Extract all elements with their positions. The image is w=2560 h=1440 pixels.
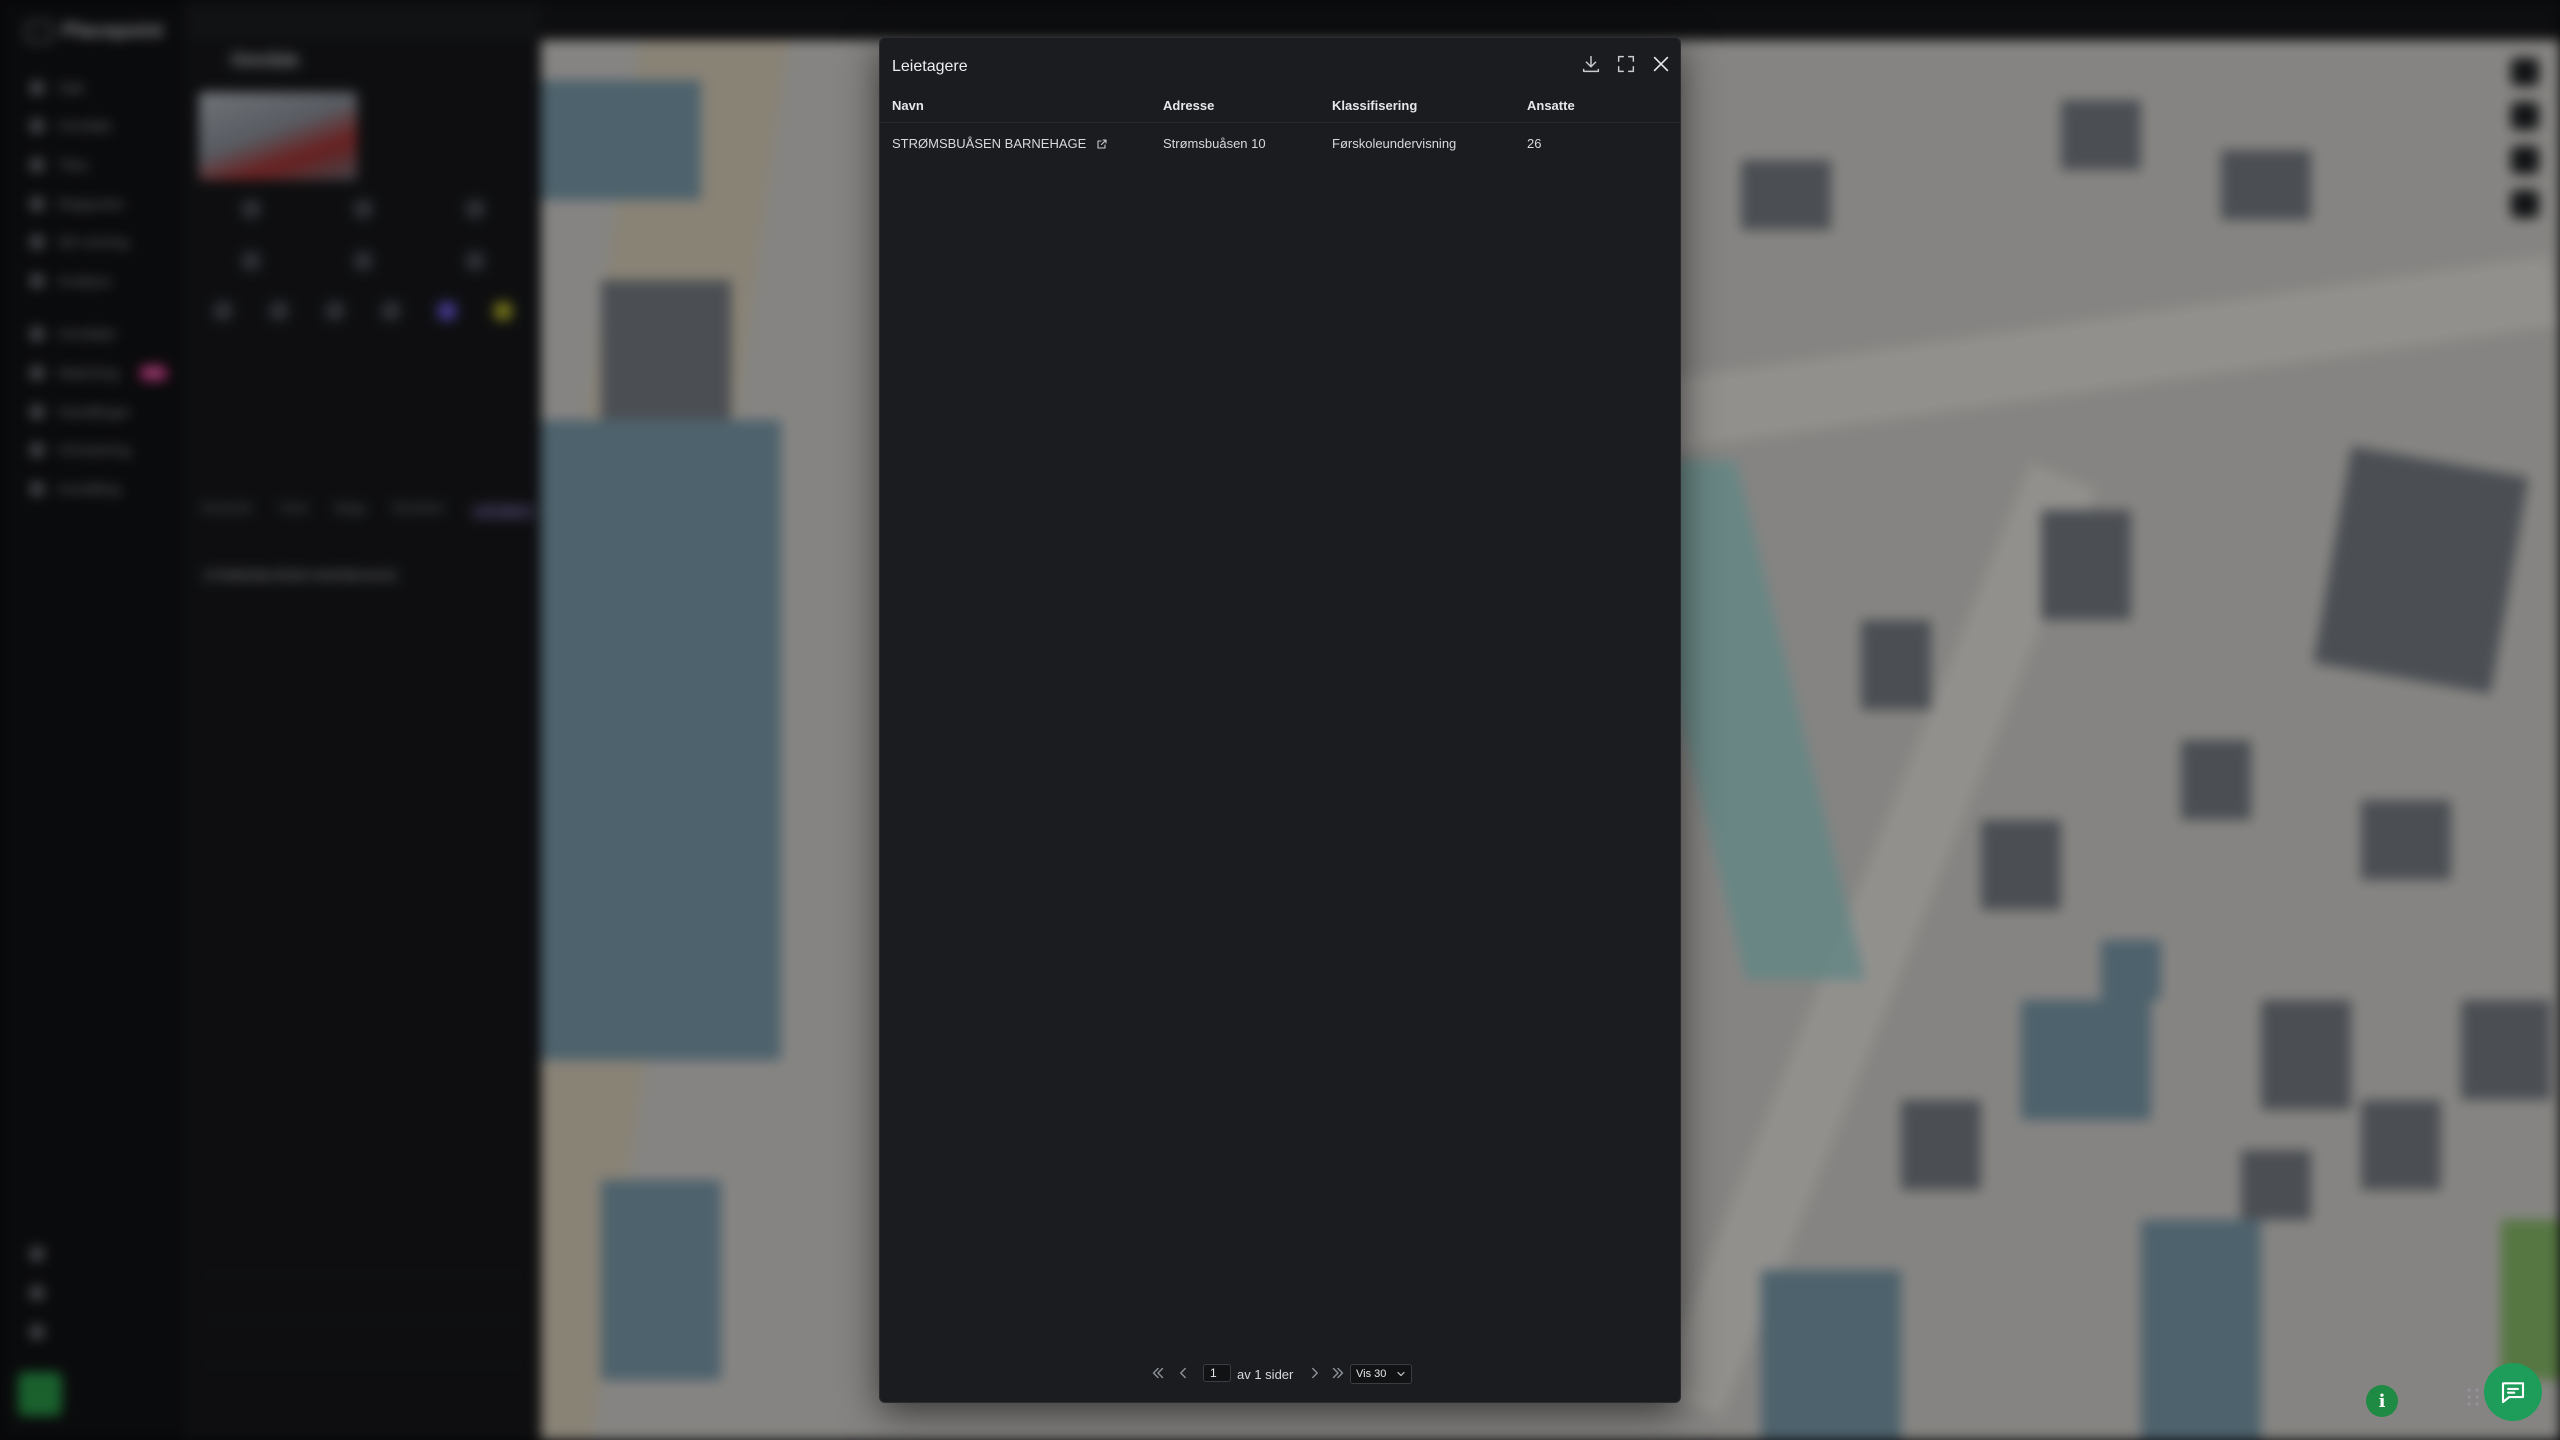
info-icon: i: [2378, 1390, 2386, 1412]
column-header-navn[interactable]: Navn: [892, 98, 924, 113]
info-button[interactable]: i: [2366, 1385, 2398, 1417]
next-page-button[interactable]: [1305, 1364, 1325, 1384]
page-number-input[interactable]: [1203, 1364, 1231, 1382]
chevrons-left-icon: [1152, 1367, 1164, 1379]
page-size-value: Vis 30: [1356, 1368, 1387, 1380]
chat-icon: [2501, 1382, 2525, 1404]
column-header-klassifisering[interactable]: Klassifisering: [1332, 98, 1417, 113]
chevron-right-icon: [1312, 1367, 1318, 1379]
download-button[interactable]: [1578, 52, 1604, 78]
download-icon: [1582, 55, 1600, 72]
page-size-select[interactable]: Vis 30: [1350, 1364, 1412, 1384]
column-header-adresse[interactable]: Adresse: [1163, 98, 1214, 113]
fullscreen-icon: [1617, 55, 1635, 72]
column-header-ansatte[interactable]: Ansatte: [1527, 98, 1575, 113]
chevrons-right-icon: [1332, 1367, 1344, 1379]
drag-handle-icon[interactable]: [2466, 1387, 2480, 1407]
first-page-button[interactable]: [1148, 1364, 1168, 1384]
cell-employees: 26: [1527, 136, 1542, 151]
close-button[interactable]: [1648, 52, 1674, 78]
last-page-button[interactable]: [1328, 1364, 1348, 1384]
pagination: av 1 sider Vis 30: [880, 1360, 1680, 1390]
table-header: Navn Adresse Klassifisering Ansatte: [880, 86, 1680, 123]
table-row[interactable]: STRØMSBUÅSEN BARNEHAGE Strømsbuåsen 10 F…: [880, 124, 1680, 162]
cell-address: Strømsbuåsen 10: [1163, 136, 1266, 151]
external-link-icon[interactable]: [1096, 138, 1108, 150]
page-count-text: av 1 sider: [1237, 1367, 1294, 1382]
chevron-left-icon: [1180, 1367, 1186, 1379]
tenants-dialog: Leietagere Navn Adresse Klassifisering A…: [880, 38, 1680, 1402]
cell-classification: Førskoleundervisning: [1332, 136, 1457, 151]
tenant-name-link[interactable]: STRØMSBUÅSEN BARNEHAGE: [892, 136, 1086, 151]
dialog-title: Leietagere: [892, 58, 968, 75]
previous-page-button[interactable]: [1173, 1364, 1193, 1384]
chevron-down-icon: [1397, 1371, 1405, 1377]
cell-name[interactable]: STRØMSBUÅSEN BARNEHAGE: [892, 136, 1108, 151]
fullscreen-button[interactable]: [1613, 52, 1639, 78]
chat-button[interactable]: [2484, 1363, 2542, 1421]
close-icon: [1653, 56, 1669, 71]
